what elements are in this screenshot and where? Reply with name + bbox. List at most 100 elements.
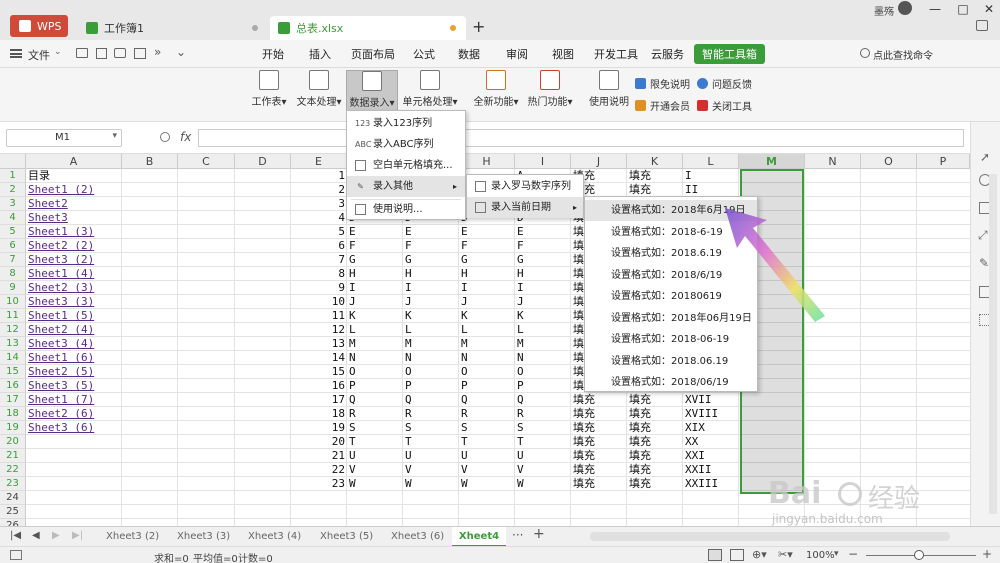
letter-cell[interactable]: V [517, 463, 569, 477]
letter-cell[interactable]: T [405, 435, 457, 449]
tab-cloud[interactable]: 云服务 [651, 46, 684, 62]
tab-home[interactable]: 开始 [262, 46, 284, 62]
tab-page-layout[interactable]: 页面布局 [351, 46, 395, 62]
fill-cell[interactable]: 填充 [629, 477, 681, 491]
menu-item-abc-sequence[interactable]: ABC 录入ABC序列 [347, 134, 465, 155]
letter-cell[interactable]: J [405, 295, 457, 309]
zoom-level[interactable]: 100% [806, 550, 835, 561]
letter-cell[interactable]: M [517, 337, 569, 351]
letter-cell[interactable]: N [349, 351, 401, 365]
fill-cell[interactable]: 填充 [573, 477, 625, 491]
letter-cell[interactable]: U [349, 449, 401, 463]
column-header[interactable]: O [861, 154, 917, 169]
letter-cell[interactable]: N [517, 351, 569, 365]
tab-view[interactable]: 视图 [552, 46, 574, 62]
file-menu[interactable]: 文件 [28, 47, 50, 63]
letter-cell[interactable]: O [405, 365, 457, 379]
letter-cell[interactable]: R [461, 407, 513, 421]
letter-cell[interactable]: F [461, 239, 513, 253]
roman-cell[interactable]: XVII [685, 393, 737, 407]
sheet-link[interactable]: Sheet1 (2) [28, 183, 120, 197]
row-header[interactable]: 26 [0, 519, 26, 526]
zoom-slider-handle[interactable] [914, 550, 924, 560]
letter-cell[interactable]: W [517, 477, 569, 491]
column-header[interactable]: K [627, 154, 683, 169]
roman-cell[interactable]: XIX [685, 421, 737, 435]
row-header[interactable]: 15 [0, 365, 26, 379]
row-header[interactable]: 25 [0, 505, 26, 519]
zoom-search-icon[interactable] [160, 132, 170, 142]
new-features-button[interactable]: 全新功能▾ [473, 70, 519, 114]
minimize-icon[interactable]: — [926, 2, 944, 16]
number-cell[interactable]: 17 [293, 393, 345, 407]
letter-cell[interactable]: E [349, 225, 401, 239]
row-header[interactable]: 6 [0, 239, 26, 253]
close-tool-link[interactable]: 关闭工具 [697, 98, 752, 113]
letter-cell[interactable]: P [517, 379, 569, 393]
row-header[interactable]: 9 [0, 281, 26, 295]
roman-cell[interactable]: XXIII [685, 477, 737, 491]
save-icon[interactable] [96, 48, 107, 59]
user-name[interactable]: 墨殇 [874, 3, 894, 18]
resize-icon[interactable]: ⤢ [978, 228, 988, 243]
letter-cell[interactable]: L [461, 323, 513, 337]
letter-cell[interactable]: N [405, 351, 457, 365]
menu-item-date-format[interactable]: 设置格式如：2018/06/19 [585, 372, 757, 393]
letter-cell[interactable]: K [349, 309, 401, 323]
print-preview-icon[interactable] [134, 48, 146, 59]
letter-cell[interactable]: I [517, 281, 569, 295]
letter-cell[interactable]: H [461, 267, 513, 281]
chevron-down-icon[interactable]: ⌄ [54, 47, 62, 57]
sheet-link[interactable]: Sheet3 (5) [28, 379, 120, 393]
number-cell[interactable]: 8 [293, 267, 345, 281]
letter-cell[interactable]: S [349, 421, 401, 435]
fill-cell[interactable]: 填充 [573, 407, 625, 421]
menu-item-fill-blank[interactable]: 空白单元格填充... [347, 155, 465, 176]
number-cell[interactable]: 10 [293, 295, 345, 309]
letter-cell[interactable]: H [517, 267, 569, 281]
letter-cell[interactable]: K [461, 309, 513, 323]
letter-cell[interactable]: F [517, 239, 569, 253]
formula-input[interactable] [198, 129, 964, 147]
fill-cell[interactable]: 填充 [629, 435, 681, 449]
letter-cell[interactable]: K [405, 309, 457, 323]
number-cell[interactable]: 14 [293, 351, 345, 365]
letter-cell[interactable]: E [461, 225, 513, 239]
letter-cell[interactable]: M [349, 337, 401, 351]
row-header[interactable]: 23 [0, 477, 26, 491]
letter-cell[interactable]: J [517, 295, 569, 309]
letter-cell[interactable]: F [349, 239, 401, 253]
row-header[interactable]: 18 [0, 407, 26, 421]
name-box[interactable]: M1 ▾ [6, 129, 122, 147]
tab-review[interactable]: 审阅 [506, 46, 528, 62]
feedback-link[interactable]: 问题反馈 [697, 76, 752, 91]
row-header[interactable]: 19 [0, 421, 26, 435]
sheet-tab[interactable]: Xheet3 (4) [248, 531, 301, 542]
number-cell[interactable]: 7 [293, 253, 345, 267]
row-header[interactable]: 1 [0, 169, 26, 183]
sheet-tab-active[interactable]: Xheet4 [452, 527, 506, 547]
pointer-icon[interactable]: ➚ [980, 150, 990, 164]
letter-cell[interactable]: W [461, 477, 513, 491]
menu-item-roman-sequence[interactable]: 录入罗马数字序列 [467, 176, 583, 197]
number-cell[interactable]: 5 [293, 225, 345, 239]
number-cell[interactable]: 4 [293, 211, 345, 225]
letter-cell[interactable]: U [405, 449, 457, 463]
row-header[interactable]: 5 [0, 225, 26, 239]
number-cell[interactable]: 1 [293, 169, 345, 183]
number-cell[interactable]: 13 [293, 337, 345, 351]
fill-cell[interactable]: 填充 [573, 421, 625, 435]
letter-cell[interactable]: U [517, 449, 569, 463]
sheet-link[interactable]: Sheet1 (4) [28, 267, 120, 281]
menu-item-123-sequence[interactable]: 123 录入123序列 [347, 113, 465, 134]
letter-cell[interactable]: G [517, 253, 569, 267]
row-header[interactable]: 8 [0, 267, 26, 281]
letter-cell[interactable]: E [405, 225, 457, 239]
zoom-in-icon[interactable]: + [982, 547, 992, 561]
letter-cell[interactable]: V [349, 463, 401, 477]
column-header[interactable]: M [739, 154, 805, 169]
column-header[interactable]: N [805, 154, 861, 169]
letter-cell[interactable]: H [405, 267, 457, 281]
vertical-scrollbar[interactable] [989, 174, 997, 514]
add-sheet-button[interactable]: + [533, 526, 545, 542]
